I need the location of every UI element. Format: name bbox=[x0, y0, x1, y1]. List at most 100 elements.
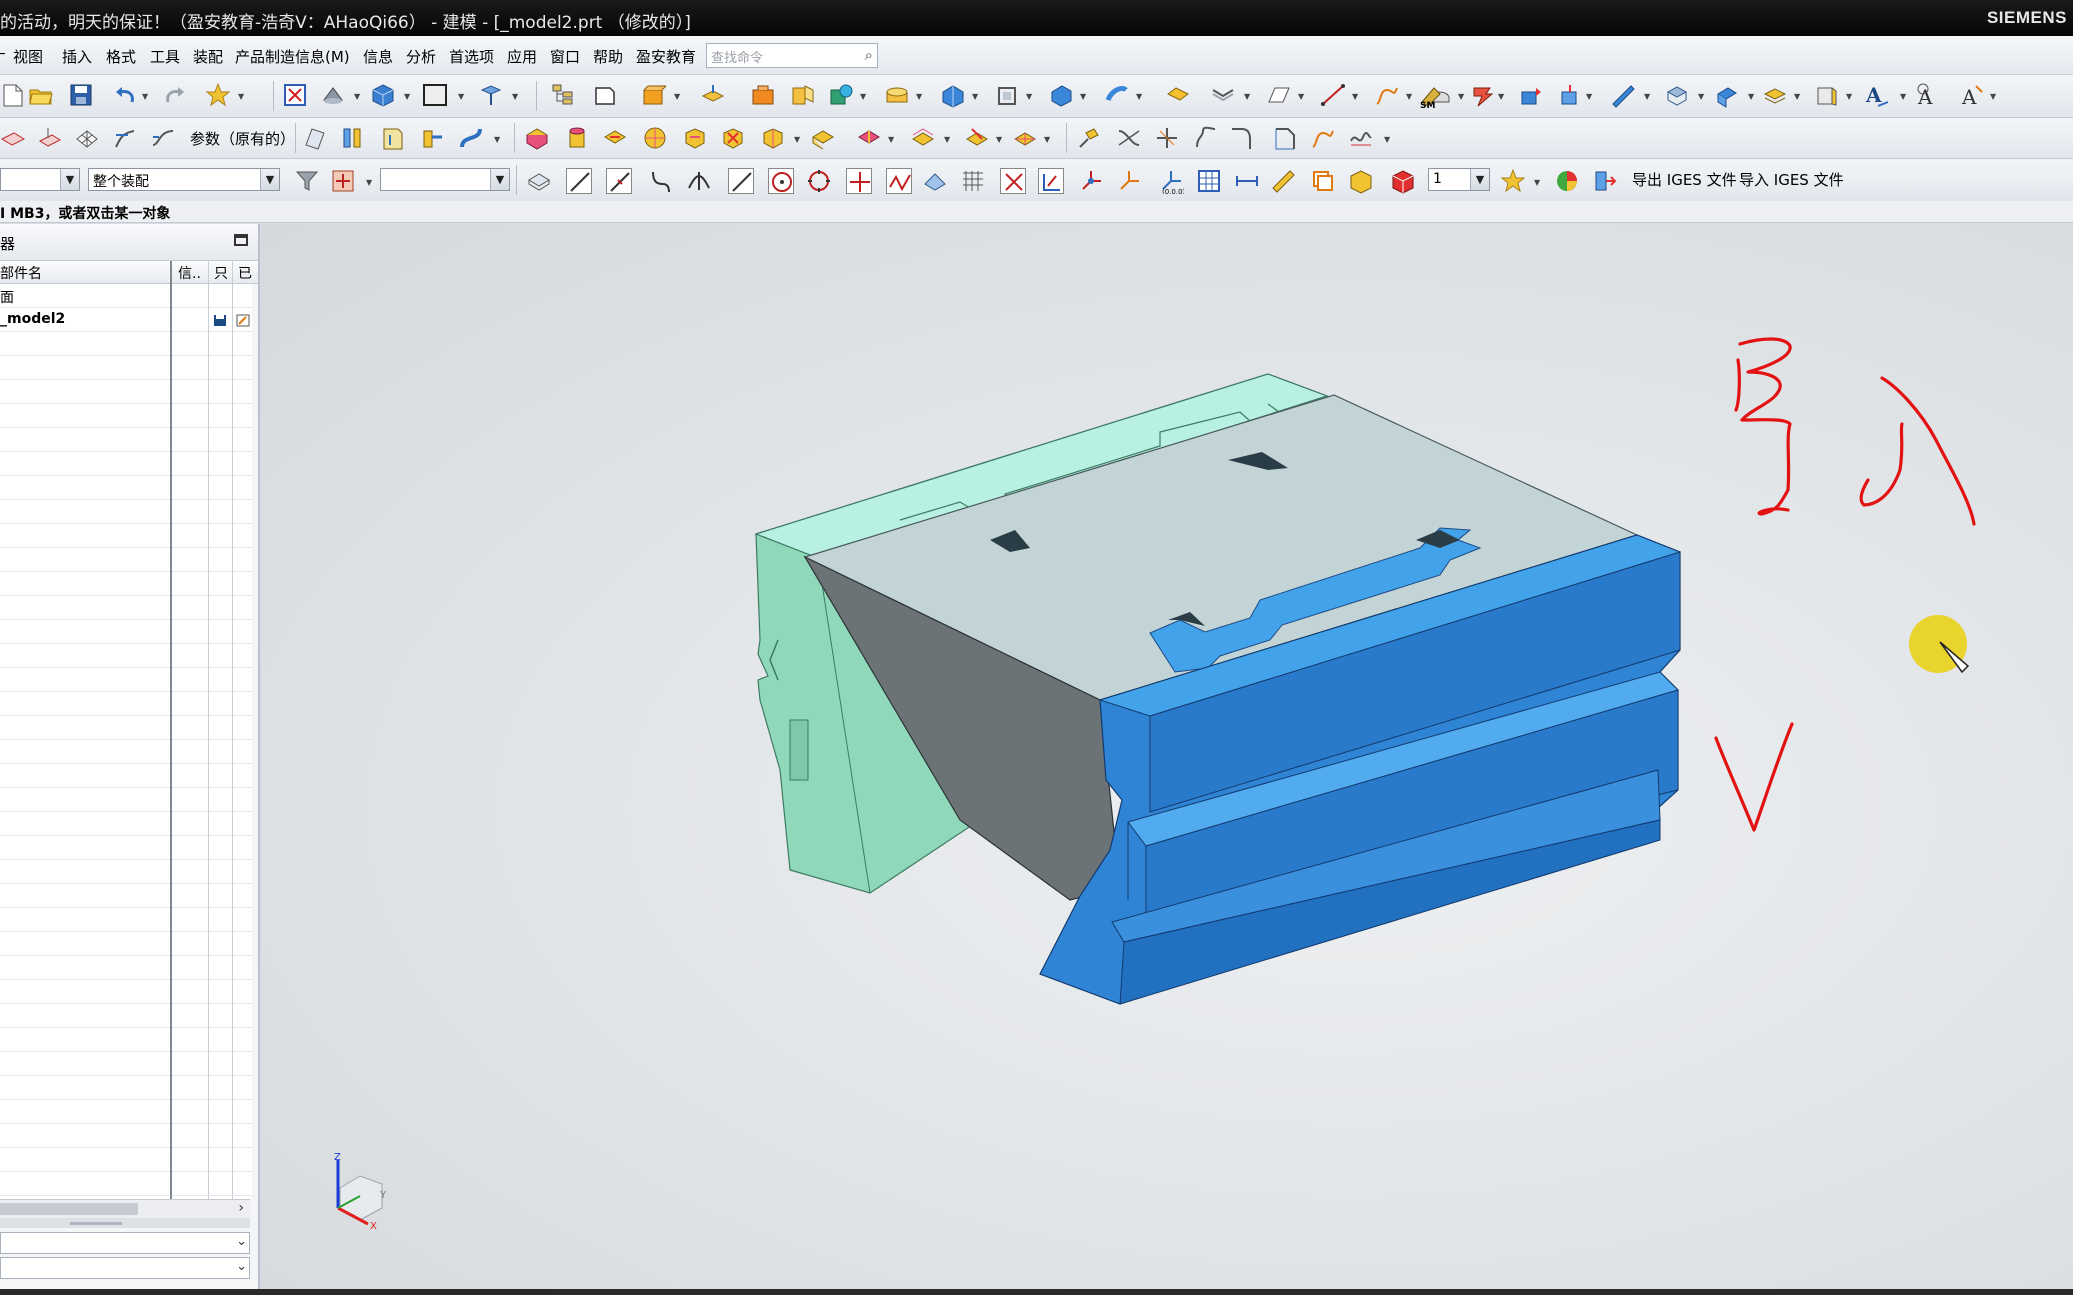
selection-scope-combo[interactable]: 整个装配 ▼ bbox=[88, 168, 280, 191]
wcs-rotate-icon[interactable] bbox=[1116, 168, 1142, 194]
select-inside-icon[interactable] bbox=[1038, 168, 1064, 194]
count-combo[interactable]: 1 ▼ bbox=[1428, 168, 1490, 191]
midpoint-snap-icon[interactable] bbox=[606, 168, 632, 194]
favorites-dropdown-icon[interactable]: ▼ bbox=[238, 92, 244, 101]
grid-snap-icon[interactable] bbox=[960, 168, 986, 194]
menu-help[interactable]: 帮助 bbox=[593, 46, 623, 67]
column-part-name[interactable]: 部件名 bbox=[0, 263, 42, 283]
point-on-surface-snap-icon[interactable] bbox=[922, 168, 948, 194]
menu-tools[interactable]: 工具 bbox=[150, 46, 180, 67]
text-size-icon[interactable]: A bbox=[1960, 82, 1986, 108]
project-curve-icon[interactable] bbox=[36, 125, 62, 151]
chevron-down-icon[interactable]: ▼ bbox=[1470, 169, 1489, 190]
patch-icon[interactable] bbox=[682, 125, 708, 151]
solid-block-icon[interactable] bbox=[1348, 168, 1374, 194]
view-section-icon[interactable] bbox=[1664, 82, 1690, 108]
sweep-icon[interactable] bbox=[1104, 82, 1130, 108]
thicken-icon[interactable] bbox=[856, 125, 882, 151]
hole-icon[interactable] bbox=[884, 82, 910, 108]
bridge-curve-icon[interactable] bbox=[150, 125, 176, 151]
draft-dropdown-icon[interactable]: ▼ bbox=[1080, 92, 1086, 101]
control-point-snap-icon[interactable] bbox=[648, 168, 674, 194]
sketch-curve-icon[interactable] bbox=[0, 125, 26, 151]
red-cube-icon[interactable] bbox=[1390, 168, 1416, 194]
favorite-commands-icon[interactable] bbox=[1500, 168, 1526, 194]
blend-dropdown-icon[interactable]: ▼ bbox=[860, 92, 866, 101]
favorites-star-icon[interactable] bbox=[205, 82, 231, 108]
law-dropdown-icon[interactable]: ▼ bbox=[996, 135, 1002, 144]
chevron-down-icon[interactable]: ⌄ bbox=[236, 1234, 247, 1249]
join-curve-icon[interactable] bbox=[1116, 125, 1142, 151]
ruler-icon[interactable] bbox=[1270, 168, 1296, 194]
splitter-grip[interactable] bbox=[70, 1222, 122, 1225]
color-wheel-icon[interactable] bbox=[1554, 168, 1580, 194]
maximize-icon[interactable] bbox=[234, 234, 248, 246]
select-all-icon[interactable] bbox=[526, 168, 552, 194]
select-region-icon[interactable] bbox=[1000, 168, 1026, 194]
filter-funnel-icon[interactable] bbox=[294, 168, 320, 194]
sketch-plane-icon[interactable] bbox=[592, 82, 618, 108]
chevron-right-icon[interactable]: › bbox=[238, 1200, 244, 1216]
quadrant-snap-icon[interactable] bbox=[768, 168, 794, 194]
pattern-dropdown-icon[interactable]: ▼ bbox=[972, 92, 978, 101]
delete-face-icon[interactable] bbox=[720, 125, 746, 151]
layer-stack-icon[interactable] bbox=[1310, 168, 1336, 194]
endpoint-snap-icon[interactable] bbox=[566, 168, 592, 194]
chevron-down-icon[interactable]: ⌄ bbox=[236, 1259, 247, 1274]
fit-view-icon[interactable] bbox=[282, 82, 308, 108]
navigator-horizontal-scrollbar[interactable]: › bbox=[0, 1199, 250, 1218]
orient-dropdown-icon[interactable]: ▼ bbox=[404, 92, 410, 101]
cylinder-blend-icon[interactable] bbox=[564, 125, 590, 151]
spline-edit-icon[interactable] bbox=[1310, 125, 1336, 151]
work-layer-icon[interactable] bbox=[478, 82, 504, 108]
orient-view-cube-icon[interactable] bbox=[370, 82, 396, 108]
layer-settings-icon[interactable] bbox=[1762, 82, 1788, 108]
tree-item-model2[interactable]: _model2 bbox=[0, 311, 65, 327]
dependencies-combo[interactable]: ⌄ bbox=[0, 1257, 250, 1279]
column-readonly[interactable]: 只 bbox=[214, 263, 228, 283]
thicken-dropdown-icon[interactable]: ▼ bbox=[888, 135, 894, 144]
snap-point-icon[interactable] bbox=[330, 168, 356, 194]
intersection-snap-icon[interactable] bbox=[686, 168, 712, 194]
menu-pmi[interactable]: 产品制造信息(M) bbox=[235, 46, 350, 67]
chevron-down-icon[interactable]: ▼ bbox=[260, 169, 279, 190]
menu-prev-fragment[interactable]: ﹂ bbox=[0, 46, 9, 67]
sew-icon[interactable] bbox=[602, 125, 628, 151]
mesh-surface-icon[interactable] bbox=[74, 125, 100, 151]
snap-dropdown-icon[interactable]: ▼ bbox=[366, 178, 372, 187]
datum-plane-icon[interactable] bbox=[700, 82, 726, 108]
measure-icon[interactable]: SM bbox=[1418, 82, 1444, 108]
edge-blend-icon[interactable] bbox=[828, 82, 854, 108]
fillet-curve-icon[interactable] bbox=[1228, 125, 1254, 151]
wcs-dynamic-icon[interactable]: (0,0,0) bbox=[1158, 168, 1184, 194]
chevron-down-icon[interactable]: ▼ bbox=[60, 169, 79, 190]
background-dropdown-icon[interactable]: ▼ bbox=[458, 92, 464, 101]
text-size-dropdown-icon[interactable]: ▼ bbox=[1990, 92, 1996, 101]
menu-window[interactable]: 窗口 bbox=[550, 46, 580, 67]
menu-format[interactable]: 格式 bbox=[106, 46, 136, 67]
repair-dropdown-icon[interactable]: ▼ bbox=[1498, 92, 1504, 101]
synchronous-move-face-icon[interactable] bbox=[1518, 82, 1544, 108]
material-icon[interactable] bbox=[1814, 82, 1840, 108]
extrude-icon[interactable] bbox=[640, 82, 666, 108]
annotation-dropdown-icon[interactable]: ▼ bbox=[1644, 92, 1650, 101]
replace-dropdown-icon[interactable]: ▼ bbox=[1586, 92, 1592, 101]
render-style-dropdown-icon[interactable]: ▼ bbox=[354, 92, 360, 101]
surface-icon[interactable] bbox=[1266, 82, 1292, 108]
spline-dropdown-icon[interactable]: ▼ bbox=[1406, 92, 1412, 101]
offset-dropdown-icon[interactable]: ▼ bbox=[1244, 92, 1250, 101]
chevron-down-icon[interactable]: ▼ bbox=[490, 169, 509, 190]
extract-curve-icon[interactable] bbox=[1192, 125, 1218, 151]
tree-item-section[interactable]: 面 bbox=[0, 287, 14, 307]
menu-insert[interactable]: 插入 bbox=[62, 46, 92, 67]
parametric-label[interactable]: 参数（原有的） bbox=[190, 128, 295, 149]
divide-dropdown-icon[interactable]: ▼ bbox=[1044, 135, 1050, 144]
graphics-window[interactable]: Z X Y bbox=[262, 224, 2073, 1289]
section-dropdown-icon[interactable]: ▼ bbox=[1458, 92, 1464, 101]
scrollbar-thumb[interactable] bbox=[0, 1203, 138, 1215]
surface-dropdown-icon[interactable]: ▼ bbox=[1298, 92, 1304, 101]
menu-analysis[interactable]: 分析 bbox=[406, 46, 436, 67]
column-modified[interactable]: 已 bbox=[238, 263, 252, 283]
sphere-mesh-icon[interactable] bbox=[642, 125, 668, 151]
layer-dropdown-icon[interactable]: ▼ bbox=[512, 92, 518, 101]
